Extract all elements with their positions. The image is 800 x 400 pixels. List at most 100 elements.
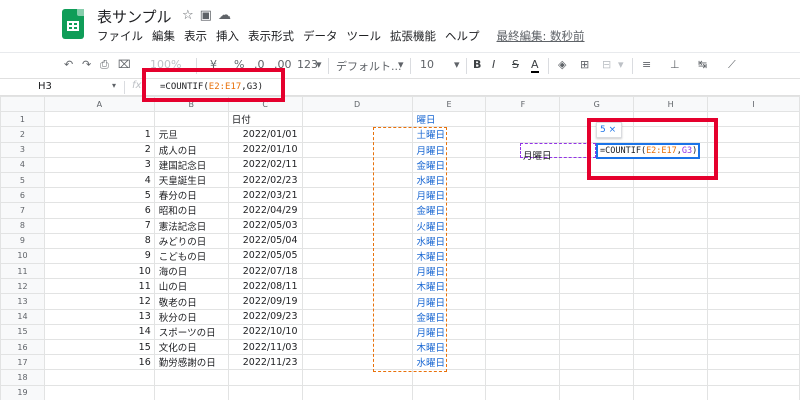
cell-a[interactable]: 14 — [43, 323, 155, 341]
cell-c[interactable] — [227, 369, 303, 386]
cell-i[interactable] — [707, 171, 800, 189]
column-header-a[interactable]: A — [43, 95, 155, 113]
cell-g[interactable] — [559, 278, 635, 295]
cell-b[interactable]: 昭和の日 — [153, 202, 229, 219]
cell-h[interactable] — [633, 354, 709, 371]
row-header[interactable]: 13 — [0, 293, 45, 310]
cell-c[interactable]: 2022/08/11 — [227, 278, 303, 295]
menu-insert[interactable]: 挿入 — [216, 28, 239, 44]
cell-h[interactable] — [633, 308, 709, 325]
cell-c[interactable]: 2022/04/29 — [227, 202, 303, 219]
cell-b[interactable]: 海の日 — [153, 263, 229, 280]
cell-b[interactable]: 文化の日 — [153, 338, 229, 356]
chevron-down-icon[interactable]: ▾ — [112, 81, 116, 90]
row-header[interactable]: 11 — [0, 263, 45, 280]
cell-f[interactable] — [485, 338, 561, 356]
cell-g[interactable] — [559, 293, 635, 310]
cell-f[interactable] — [485, 293, 561, 310]
cell-g[interactable] — [559, 354, 635, 371]
cell-a[interactable]: 6 — [43, 202, 155, 219]
fill-color-icon[interactable]: ◈ — [558, 58, 566, 71]
name-box[interactable]: H3 — [38, 81, 52, 92]
cell-h[interactable] — [633, 278, 709, 295]
more-formats-button[interactable]: 123 — [297, 58, 318, 71]
cell-f[interactable] — [485, 187, 561, 204]
cell-b[interactable]: 山の日 — [153, 278, 229, 295]
cell-b[interactable]: 秋分の日 — [153, 308, 229, 325]
row-header[interactable]: 8 — [0, 217, 45, 234]
cell-h[interactable] — [633, 293, 709, 310]
cell-i[interactable] — [707, 308, 800, 325]
cell-f[interactable] — [485, 202, 561, 219]
cell-a[interactable]: 2 — [43, 141, 155, 158]
column-header-h[interactable]: H — [633, 95, 709, 113]
cell-b[interactable]: 成人の日 — [153, 141, 229, 158]
text-rotate-icon[interactable]: ⟋ — [728, 58, 736, 72]
cell-h[interactable] — [633, 263, 709, 280]
undo-icon[interactable]: ↶ — [64, 58, 73, 71]
cloud-status-icon[interactable]: ☁ — [218, 8, 237, 23]
cell-c[interactable]: 2022/09/23 — [227, 308, 303, 325]
row-header[interactable]: 2 — [0, 126, 45, 143]
cell-c[interactable]: 2022/05/05 — [227, 247, 303, 265]
row-header[interactable]: 5 — [0, 171, 45, 189]
cell-i[interactable] — [707, 232, 800, 249]
row-header[interactable]: 1 — [0, 111, 45, 128]
column-header-e[interactable]: E — [411, 95, 487, 113]
redo-icon[interactable]: ↷ — [82, 58, 91, 71]
cell-c[interactable]: 2022/09/19 — [227, 293, 303, 310]
cell-d[interactable] — [301, 111, 413, 128]
cell-i[interactable] — [707, 323, 800, 341]
row-header[interactable]: 3 — [0, 141, 45, 158]
merge-cells-icon[interactable]: ⊟ — [602, 58, 611, 71]
bold-button[interactable]: B — [473, 58, 481, 71]
cell-c[interactable]: 2022/01/10 — [227, 141, 303, 158]
cell-i[interactable] — [707, 217, 800, 234]
cell-g[interactable] — [559, 323, 635, 341]
cell-a[interactable]: 3 — [43, 156, 155, 173]
cell-f[interactable] — [485, 171, 561, 189]
criteria-cell-g3[interactable]: 月曜日 — [520, 143, 596, 162]
column-header-g[interactable]: G — [559, 95, 635, 113]
cell-b[interactable]: 憲法記念日 — [153, 217, 229, 234]
cell-f[interactable] — [485, 111, 561, 128]
cell-i[interactable] — [707, 126, 800, 143]
cell-h[interactable] — [633, 187, 709, 204]
strikethrough-button[interactable]: S — [512, 58, 519, 71]
cell-c[interactable]: 2022/02/11 — [227, 156, 303, 173]
cell-f[interactable] — [485, 369, 561, 386]
text-color-button[interactable]: A — [531, 58, 539, 73]
cell-h[interactable] — [633, 369, 709, 386]
row-header[interactable]: 6 — [0, 187, 45, 204]
row-header[interactable]: 9 — [0, 232, 45, 249]
cell-h[interactable] — [633, 202, 709, 219]
cell-a[interactable]: 1 — [43, 126, 155, 143]
cell-i[interactable] — [707, 293, 800, 310]
cell-a[interactable]: 16 — [43, 354, 155, 371]
cell-c[interactable]: 2022/02/23 — [227, 171, 303, 189]
cell-b[interactable]: スポーツの日 — [153, 323, 229, 341]
cell-i[interactable] — [707, 187, 800, 204]
sheets-logo-icon[interactable] — [62, 9, 84, 39]
cell-f[interactable] — [485, 126, 561, 143]
cell-f[interactable] — [485, 308, 561, 325]
last-edit-link[interactable]: 最終編集: 数秒前 — [497, 28, 585, 44]
cell-b[interactable] — [153, 384, 229, 400]
cell-a[interactable]: 12 — [43, 293, 155, 310]
cell-c[interactable]: 2022/07/18 — [227, 263, 303, 280]
cell-e[interactable] — [411, 369, 487, 386]
cell-f[interactable] — [485, 278, 561, 295]
cell-c[interactable] — [227, 384, 303, 400]
cell-a[interactable]: 10 — [43, 263, 155, 280]
cell-b[interactable]: 建国記念日 — [153, 156, 229, 173]
document-title[interactable]: 表サンプル — [97, 6, 172, 27]
cell-i[interactable] — [707, 202, 800, 219]
column-header-d[interactable]: D — [301, 95, 413, 113]
cell-h[interactable] — [633, 384, 709, 400]
italic-button[interactable]: I — [492, 58, 495, 71]
cell-c[interactable]: 2022/05/03 — [227, 217, 303, 234]
cell-h[interactable] — [633, 232, 709, 249]
cell-c[interactable]: 2022/11/23 — [227, 354, 303, 371]
cell-b[interactable]: 敬老の日 — [153, 293, 229, 310]
row-header[interactable]: 15 — [0, 323, 45, 341]
